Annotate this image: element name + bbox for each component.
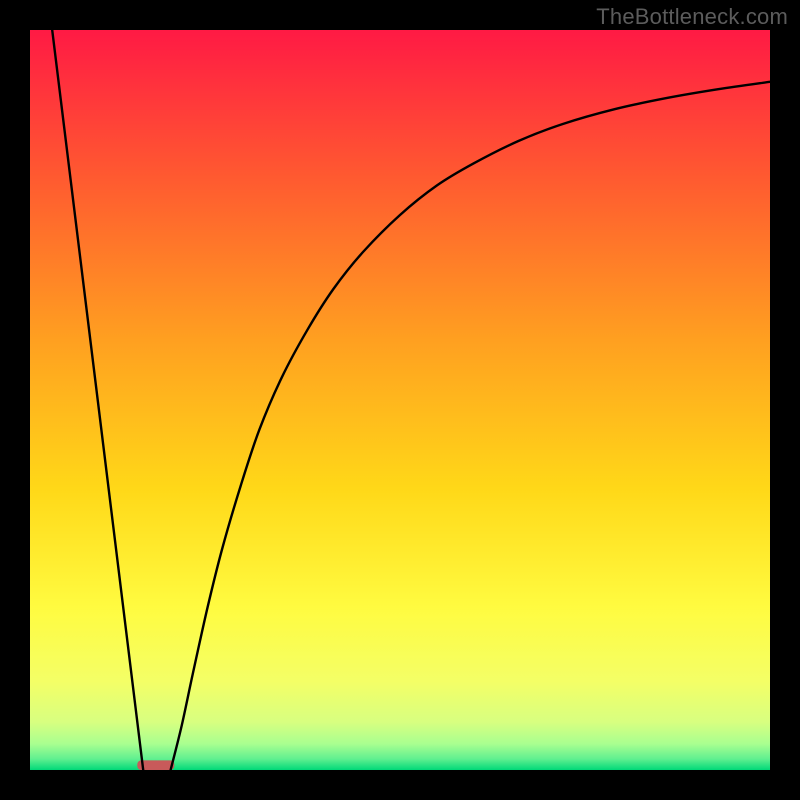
watermark-text: TheBottleneck.com bbox=[596, 4, 788, 30]
gradient-background bbox=[30, 30, 770, 770]
plot-area bbox=[30, 30, 770, 770]
chart-svg bbox=[30, 30, 770, 770]
chart-frame: TheBottleneck.com bbox=[0, 0, 800, 800]
